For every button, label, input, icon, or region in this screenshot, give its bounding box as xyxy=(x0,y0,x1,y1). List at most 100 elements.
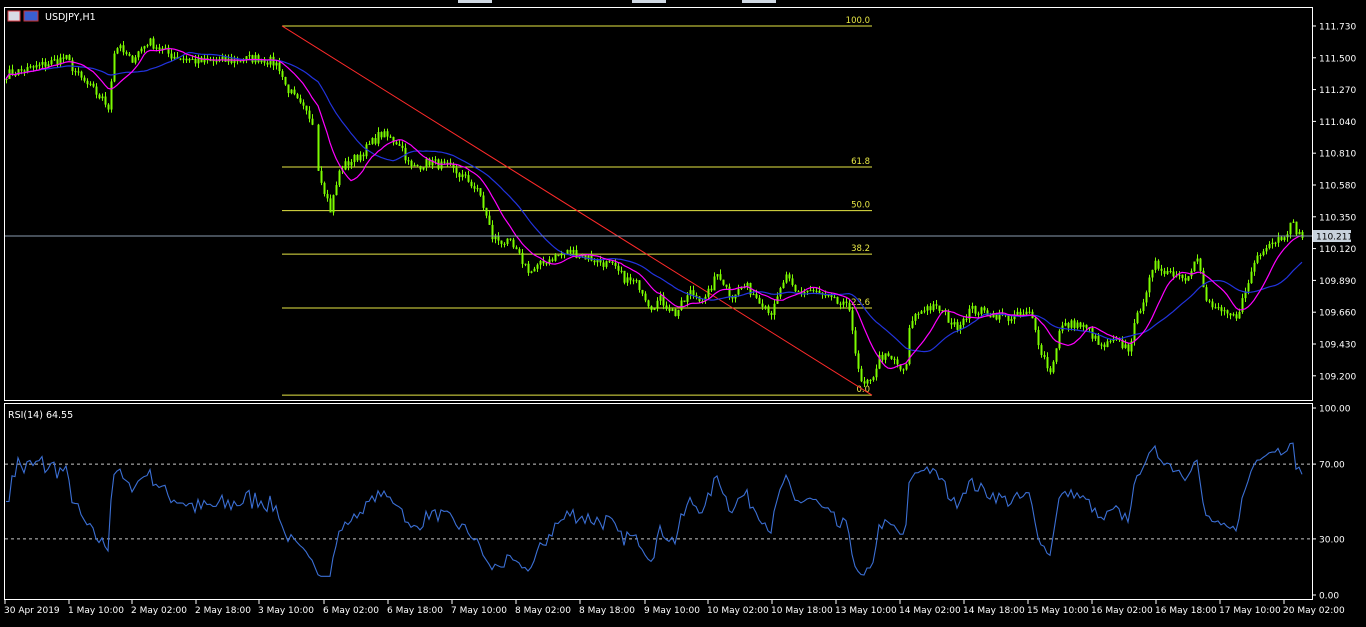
candle xyxy=(638,280,641,293)
candle-body xyxy=(173,56,176,59)
candle-body xyxy=(1169,271,1172,273)
candle-body xyxy=(659,295,662,301)
candle-body xyxy=(530,271,533,273)
candle xyxy=(503,242,506,248)
candle-body xyxy=(626,277,629,283)
candle-body xyxy=(158,47,161,50)
candle-body xyxy=(1019,311,1022,316)
chart-window[interactable]: 100.061.850.038.223.60.0 111.730111.5001… xyxy=(0,0,1366,623)
candle-body xyxy=(902,369,905,371)
candle-body xyxy=(1163,270,1166,274)
candle xyxy=(533,266,536,272)
candle xyxy=(179,58,182,61)
candle xyxy=(1217,302,1220,311)
candle xyxy=(386,128,389,141)
candle xyxy=(209,56,212,62)
candle xyxy=(809,285,812,292)
candle-body xyxy=(1184,278,1187,281)
candle-body xyxy=(869,379,872,381)
candle-body xyxy=(758,297,761,304)
candle xyxy=(224,54,227,62)
candle xyxy=(548,256,551,266)
candle xyxy=(854,326,857,356)
candle xyxy=(710,285,713,292)
candle-body xyxy=(491,224,494,240)
candle xyxy=(317,123,320,172)
candle xyxy=(1301,230,1304,240)
candle xyxy=(29,64,32,69)
candle xyxy=(905,363,908,371)
candle xyxy=(332,194,335,216)
candle-body xyxy=(296,94,299,99)
rsi-indicator xyxy=(5,442,1312,577)
candle-body xyxy=(884,353,887,360)
time-tick-label: 1 May 10:00 xyxy=(68,606,124,616)
candle-body xyxy=(656,300,659,309)
candle xyxy=(722,279,725,286)
candle xyxy=(1082,322,1085,331)
candle-body xyxy=(425,158,428,168)
candle xyxy=(347,156,350,171)
candle-body xyxy=(635,280,638,282)
candle xyxy=(689,285,692,300)
candle-body xyxy=(533,268,536,272)
candle xyxy=(764,305,767,310)
candle xyxy=(140,46,143,54)
time-tick-label: 3 May 10:00 xyxy=(258,606,314,616)
fib-level-label: 50.0 xyxy=(851,201,870,211)
candle xyxy=(620,266,623,274)
time-tick-label: 17 May 10:00 xyxy=(1219,606,1281,616)
price-tick-label: 109.660 xyxy=(1319,309,1356,319)
candle-body xyxy=(1097,335,1100,345)
candle xyxy=(965,314,968,323)
candle xyxy=(1241,293,1244,314)
candle-body xyxy=(767,306,770,313)
time-tick-label: 6 May 18:00 xyxy=(387,606,443,616)
candle xyxy=(131,55,134,63)
price-tick-label: 109.200 xyxy=(1319,372,1356,382)
candle-body xyxy=(26,67,29,72)
symbol-header[interactable]: USDJPY,H1 xyxy=(7,10,96,23)
candle xyxy=(197,54,200,68)
candle xyxy=(92,81,95,88)
candle-body xyxy=(677,309,680,317)
price-chart-svg[interactable]: 100.061.850.038.223.60.0 111.730111.5001… xyxy=(0,0,1366,623)
candle-body xyxy=(1154,260,1157,270)
candle xyxy=(449,158,452,166)
candle-body xyxy=(329,198,332,213)
candle xyxy=(1037,326,1040,350)
candle-body xyxy=(614,263,617,266)
candle-body xyxy=(974,305,977,314)
candle xyxy=(461,170,464,181)
candle-body xyxy=(290,89,293,94)
candle xyxy=(1127,343,1130,356)
candle xyxy=(1139,308,1142,314)
candle-body xyxy=(1157,260,1160,269)
candle xyxy=(170,49,173,62)
candle-body xyxy=(539,260,542,265)
candle xyxy=(1211,298,1214,310)
candle-body xyxy=(395,142,398,145)
candle-body xyxy=(1028,311,1031,313)
candle-body xyxy=(545,263,548,265)
candle-body xyxy=(1238,311,1241,319)
fibonacci-retracement[interactable]: 100.061.850.038.223.60.0 xyxy=(282,16,872,396)
candle xyxy=(791,274,794,287)
candle xyxy=(716,273,719,280)
price-tick-label: 110.580 xyxy=(1319,181,1356,191)
candle-body xyxy=(101,96,104,99)
chart-window-icon[interactable] xyxy=(7,10,21,22)
candle xyxy=(770,310,773,320)
candle xyxy=(1220,304,1223,316)
candle xyxy=(440,158,443,171)
candle-body xyxy=(1256,255,1259,263)
candle-body xyxy=(1070,320,1073,328)
price-tick-label: 110.350 xyxy=(1319,213,1356,223)
candle-body xyxy=(1025,311,1028,315)
candle-body xyxy=(119,45,122,49)
candle xyxy=(641,289,644,297)
candle xyxy=(284,76,287,86)
price-tick-label: 111.730 xyxy=(1319,22,1356,32)
candle-body xyxy=(791,278,794,285)
candle-body xyxy=(752,294,755,296)
